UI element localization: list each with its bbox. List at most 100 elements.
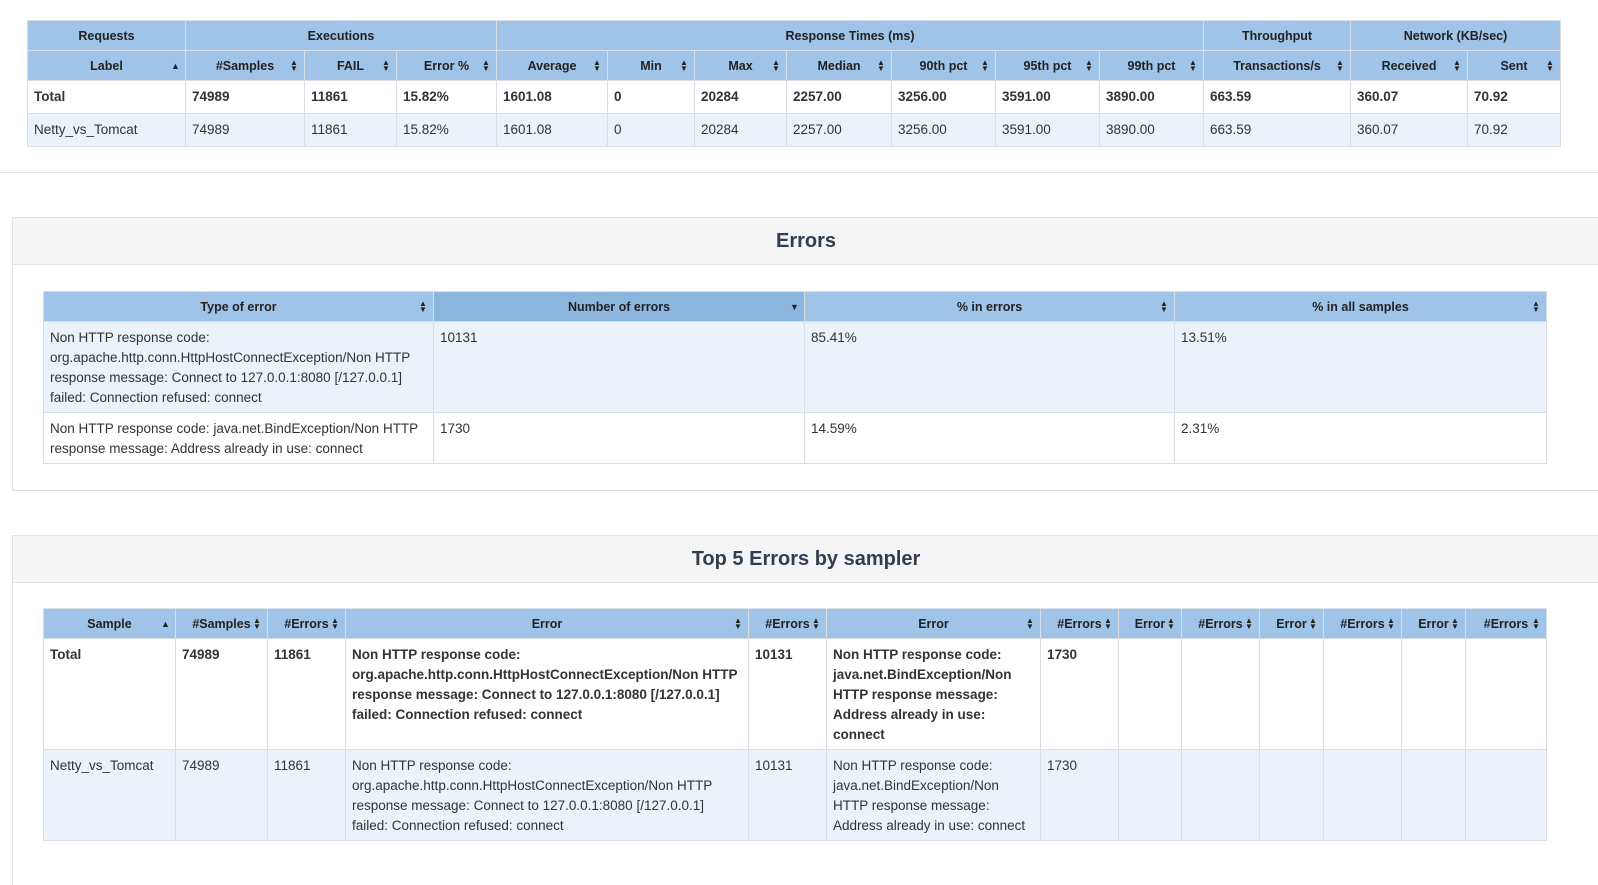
column-header-error-5[interactable]: Error ▲ ▼ [1401,608,1466,639]
column-header-text: Received [1381,58,1437,73]
column-header-text: Average [527,58,577,73]
column-header-99th-pct[interactable]: 99th pct ▲ ▼ [1098,50,1205,81]
column-header-text: FAIL [336,58,365,73]
sort-both-icon: ▲ ▼ [1532,615,1540,631]
sort-both-icon: ▲ ▼ [1167,615,1175,631]
column-header-pct-in-all-samples[interactable]: % in all samples ▲ ▼ [1174,291,1547,322]
table-cell [1181,638,1260,750]
column-header-text: #Errors [1057,616,1102,631]
column-header-error-pct[interactable]: Error % ▲ ▼ [396,50,497,81]
column-header-error-2[interactable]: Error ▲ ▼ [826,608,1041,639]
table-cell: 13.51% [1174,321,1547,413]
table-cell: 3890.00 [1098,113,1205,147]
sort-both-icon: ▲ ▼ [593,57,601,73]
table-cell: 2.31% [1174,412,1547,464]
column-header-error-3[interactable]: Error ▲ ▼ [1118,608,1182,639]
table-cell: Non HTTP response code: org.apache.http.… [43,321,434,413]
column-header-text: Label [90,58,123,73]
section-divider [0,172,1598,173]
table-cell: 2257.00 [786,113,892,147]
column-header-text: #Errors [1340,616,1385,631]
sort-asc-icon: ▲ [161,618,170,629]
table-cell [1323,638,1402,750]
sort-both-icon: ▲ ▼ [1387,615,1395,631]
column-header-error-1[interactable]: Error ▲ ▼ [345,608,749,639]
column-header-text: Error % [423,58,470,73]
table-cell: Non HTTP response code: java.net.BindExc… [43,412,434,464]
column-header-text: Error [1134,616,1166,631]
column-header-text: #Errors [1198,616,1243,631]
group-header-response-times: Response Times (ms) [495,20,1205,51]
column-header-samples[interactable]: #Samples ▲ ▼ [185,50,305,81]
column-header-transactions[interactable]: Transactions/s ▲ ▼ [1203,50,1352,81]
table-cell [1259,638,1324,750]
table-cell [1401,749,1466,841]
sort-both-icon: ▲ ▼ [1453,57,1461,73]
table-row: Netty_vs_Tomcat 74989 11861 Non HTTP res… [43,749,1547,841]
column-header-95th-pct[interactable]: 95th pct ▲ ▼ [995,50,1100,81]
table-cell: 360.07 [1350,113,1469,147]
column-header-90th-pct[interactable]: 90th pct ▲ ▼ [891,50,996,81]
column-header-label[interactable]: Label ▲ [27,50,186,81]
table-cell: 20284 [694,113,787,147]
sort-both-icon: ▲ ▼ [1532,298,1540,314]
top5-header-row: Sample ▲ #Samples ▲ ▼ #Errors ▲ ▼ Error ▲ ▼ #Er… [43,608,1547,639]
table-row: Non HTTP response code: java.net.BindExc… [43,412,1547,464]
column-header-max[interactable]: Max ▲ ▼ [694,50,787,81]
sort-both-icon: ▲ ▼ [253,615,261,631]
table-cell: 10131 [433,321,805,413]
column-header-samples[interactable]: #Samples ▲ ▼ [175,608,268,639]
table-cell [1465,749,1547,841]
column-header-errors-5[interactable]: #Errors ▲ ▼ [1465,608,1547,639]
column-header-sample[interactable]: Sample ▲ [43,608,176,639]
column-header-fail[interactable]: FAIL ▲ ▼ [304,50,397,81]
statistics-table: Requests Executions Response Times (ms) … [27,20,1562,147]
stats-total-row: Total 74989 11861 15.82% 1601.08 0 20284… [27,80,1562,114]
top5-total-row: Total 74989 11861 Non HTTP response code… [43,638,1547,750]
column-header-errors-1[interactable]: #Errors ▲ ▼ [748,608,827,639]
column-header-text: Error [531,616,563,631]
column-header-error-4[interactable]: Error ▲ ▼ [1259,608,1324,639]
table-cell: 10131 [748,749,827,841]
table-cell: 3591.00 [995,80,1100,114]
table-cell: 10131 [748,638,827,750]
sort-both-icon: ▲ ▼ [1546,57,1554,73]
column-header-text: #Errors [765,616,810,631]
table-cell: 663.59 [1203,80,1352,114]
table-cell: Netty_vs_Tomcat [27,113,186,147]
table-cell: 663.59 [1203,113,1352,147]
column-header-errors[interactable]: #Errors ▲ ▼ [267,608,346,639]
sort-both-icon: ▲ ▼ [331,615,339,631]
sort-both-icon: ▲ ▼ [877,57,885,73]
sort-both-icon: ▲ ▼ [1336,57,1344,73]
sort-both-icon: ▲ ▼ [680,57,688,73]
column-header-sent[interactable]: Sent ▲ ▼ [1467,50,1562,81]
column-header-average[interactable]: Average ▲ ▼ [496,50,608,81]
errors-panel-title: Errors [13,218,1598,265]
table-cell: 11861 [304,80,397,114]
column-header-type-of-error[interactable]: Type of error ▲ ▼ [43,291,434,322]
column-header-median[interactable]: Median ▲ ▼ [786,50,892,81]
table-cell: 85.41% [804,321,1175,413]
errors-table: Type of error ▲ ▼ Number of errors ▼ % in e… [43,291,1547,464]
column-header-text: Min [640,58,662,73]
table-cell: Non HTTP response code: java.net.BindExc… [826,749,1041,841]
sort-both-icon: ▲ ▼ [419,298,427,314]
table-cell: 3591.00 [995,113,1100,147]
column-header-errors-3[interactable]: #Errors ▲ ▼ [1181,608,1260,639]
column-header-number-of-errors[interactable]: Number of errors ▼ [433,291,805,322]
column-header-min[interactable]: Min ▲ ▼ [607,50,695,81]
sort-both-icon: ▲ ▼ [1160,298,1168,314]
table-cell: 1601.08 [496,113,608,147]
table-cell: 74989 [175,749,268,841]
column-header-errors-2[interactable]: #Errors ▲ ▼ [1040,608,1119,639]
table-cell: Non HTTP response code: org.apache.http.… [345,638,749,750]
sort-both-icon: ▲ ▼ [290,57,298,73]
column-header-errors-4[interactable]: #Errors ▲ ▼ [1323,608,1402,639]
table-cell: Netty_vs_Tomcat [43,749,176,841]
column-header-text: Transactions/s [1233,58,1321,73]
group-header-requests: Requests [27,20,186,51]
table-cell [1401,638,1466,750]
column-header-received[interactable]: Received ▲ ▼ [1350,50,1469,81]
column-header-pct-in-errors[interactable]: % in errors ▲ ▼ [804,291,1175,322]
